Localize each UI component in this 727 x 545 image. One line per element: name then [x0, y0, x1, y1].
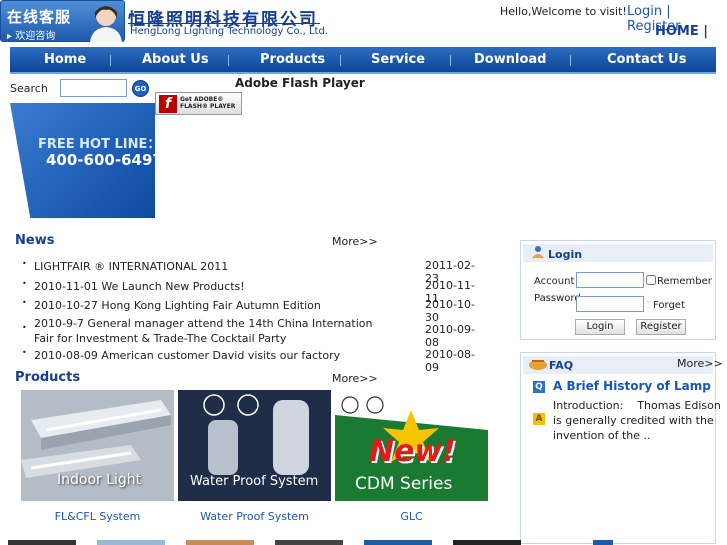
- nav-service[interactable]: Service: [371, 52, 425, 67]
- thumbnail[interactable]: [275, 540, 343, 545]
- news-more-link[interactable]: More>>: [332, 235, 378, 248]
- nav-products[interactable]: Products: [260, 52, 325, 67]
- logo-divider: [128, 23, 320, 24]
- nav-divider: [340, 55, 341, 66]
- nav-about-us[interactable]: About Us: [142, 52, 209, 67]
- nav-divider: [228, 55, 229, 66]
- get-flash-player-badge[interactable]: f Get ADOBE® FLASH® PLAYER: [155, 92, 242, 115]
- search-go-button[interactable]: GO: [132, 80, 149, 97]
- faq-title: FAQ: [549, 359, 574, 372]
- nav-divider: [110, 55, 111, 66]
- flash-badge-text: Get ADOBE® FLASH® PLAYER: [180, 96, 236, 110]
- flash-player-title: Adobe Flash Player: [235, 76, 365, 90]
- login-button[interactable]: Login: [575, 319, 625, 335]
- flash-logo-icon: f: [159, 95, 177, 113]
- top-login-link[interactable]: Login: [627, 4, 662, 19]
- thumbnail[interactable]: [364, 540, 432, 545]
- bullet-icon: •: [22, 279, 27, 288]
- thumbnail[interactable]: [593, 540, 613, 545]
- remember-checkbox[interactable]: [646, 275, 656, 285]
- thumbnail[interactable]: [8, 540, 76, 545]
- faq-answer: Introduction: Thomas Edison is generally…: [553, 399, 725, 442]
- top-link-separator: |: [666, 4, 671, 19]
- hotline-label: FREE HOT LINE：: [38, 137, 161, 152]
- thumbnail[interactable]: [186, 540, 254, 545]
- product-caption: Indoor Light: [57, 472, 142, 488]
- customer-service-avatar: [90, 6, 122, 42]
- bullet-icon: •: [22, 323, 27, 332]
- nav-download[interactable]: Download: [474, 52, 546, 67]
- thumbnail[interactable]: [97, 540, 165, 545]
- product-image-indoor-light[interactable]: Indoor Light: [21, 390, 174, 501]
- faq-more-link[interactable]: More>>: [677, 357, 723, 370]
- news-item[interactable]: • 2010-10-27 Hong Kong Lighting Fair Aut…: [22, 298, 482, 324]
- user-icon: [532, 246, 544, 258]
- nav-home[interactable]: Home: [44, 52, 86, 67]
- product-image-cdm-series[interactable]: New! CDM Series: [335, 390, 488, 501]
- news-title: News: [15, 233, 55, 248]
- products-title: Products: [15, 370, 81, 385]
- account-label: Account: [534, 276, 575, 287]
- nav-contact-us[interactable]: Contact Us: [607, 52, 686, 67]
- bullet-icon: •: [22, 348, 27, 357]
- faq-question-link[interactable]: A Brief History of Lamp: [553, 379, 711, 393]
- thumbnail[interactable]: [453, 540, 521, 545]
- bullet-icon: •: [22, 259, 27, 268]
- search-input[interactable]: [60, 79, 127, 97]
- password-input[interactable]: [576, 296, 644, 312]
- login-panel-title: Login: [548, 248, 583, 261]
- forget-bullet-icon: ◦: [646, 298, 651, 307]
- new-badge: New!: [369, 434, 456, 469]
- news-item[interactable]: • LIGHTFAIR ® INTERNATIONAL 2011 2011-02…: [22, 259, 482, 285]
- faq-icon: [529, 360, 547, 370]
- account-input[interactable]: [576, 272, 644, 288]
- question-marker-icon: Q: [533, 381, 545, 393]
- search-label: Search: [10, 82, 48, 95]
- product-label-water-proof[interactable]: Water Proof System: [178, 510, 331, 523]
- news-item[interactable]: • 2010-08-09 American customer David vis…: [22, 348, 482, 374]
- news-item[interactable]: • 2010-9-7 General manager attend the 14…: [22, 316, 482, 349]
- answer-marker-icon: A: [533, 413, 545, 425]
- products-more-link[interactable]: More>>: [332, 372, 378, 385]
- online-consult-label: ▸ 欢迎咨询: [7, 31, 56, 42]
- product-label-glc[interactable]: GLC: [335, 510, 488, 523]
- product-label-fl-cfl[interactable]: FL&CFL System: [21, 510, 174, 523]
- product-caption: CDM Series: [355, 474, 453, 494]
- welcome-text: Hello,Welcome to visit!: [500, 5, 627, 18]
- bullet-icon: •: [22, 298, 27, 307]
- top-home-link[interactable]: HOME |: [655, 24, 708, 39]
- forget-password-link[interactable]: Forget: [653, 300, 685, 311]
- product-caption: Water Proof System: [190, 474, 319, 489]
- online-service-label: 在线客服: [7, 8, 72, 26]
- hotline-number: 400-600-6497: [46, 151, 163, 169]
- main-nav: Home About Us Products Service Download …: [10, 47, 716, 74]
- news-item[interactable]: • 2010-11-01 We Launch New Products! 201…: [22, 279, 482, 305]
- nav-divider: [450, 55, 451, 66]
- company-name-en: HengLong Lighting Technology Co., Ltd.: [130, 26, 329, 37]
- product-image-water-proof[interactable]: Water Proof System: [178, 390, 331, 501]
- password-label: Password: [534, 293, 581, 304]
- remember-label: Remember: [657, 276, 712, 287]
- register-button[interactable]: Register: [636, 319, 686, 335]
- nav-divider: [570, 55, 571, 66]
